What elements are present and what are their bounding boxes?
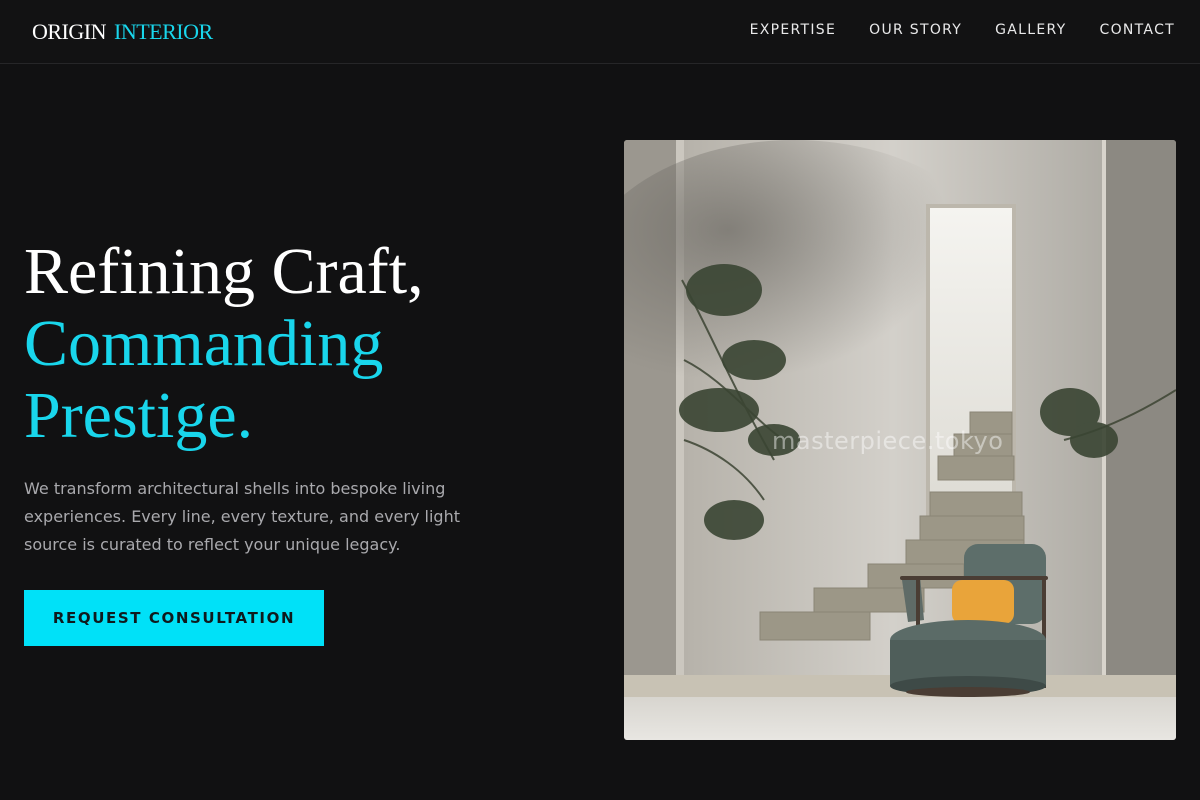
hero-description: We transform architectural shells into b… — [24, 479, 460, 554]
hero-title-line3: Prestige. — [24, 379, 254, 452]
request-consultation-button[interactable]: REQUEST CONSULTATION — [24, 590, 324, 646]
hero-title-line1: Refining Craft, — [24, 235, 424, 308]
brand-name-interior: INTERIOR — [114, 19, 213, 44]
brand-name-origin: ORIGIN — [32, 19, 107, 44]
hero-title-line2: Commanding — [24, 307, 384, 380]
nav-link-expertise[interactable]: EXPERTISE — [750, 22, 837, 38]
nav-link-our-story[interactable]: OUR STORY — [869, 22, 962, 38]
brand-logo[interactable]: ORIGIN INTERIOR — [32, 19, 213, 45]
hero-title: Refining Craft, Commanding Prestige. — [24, 236, 584, 452]
site-header: ORIGIN INTERIOR EXPERTISE OUR STORY GALLE… — [0, 0, 1200, 64]
nav-link-contact[interactable]: CONTACT — [1100, 22, 1176, 38]
main-nav: EXPERTISE OUR STORY GALLERY CONTACT — [750, 22, 1175, 38]
nav-link-gallery[interactable]: GALLERY — [995, 22, 1066, 38]
image-watermark: masterpiece.tokyo — [772, 427, 1004, 455]
hero-interior-image: masterpiece.tokyo — [624, 140, 1176, 740]
